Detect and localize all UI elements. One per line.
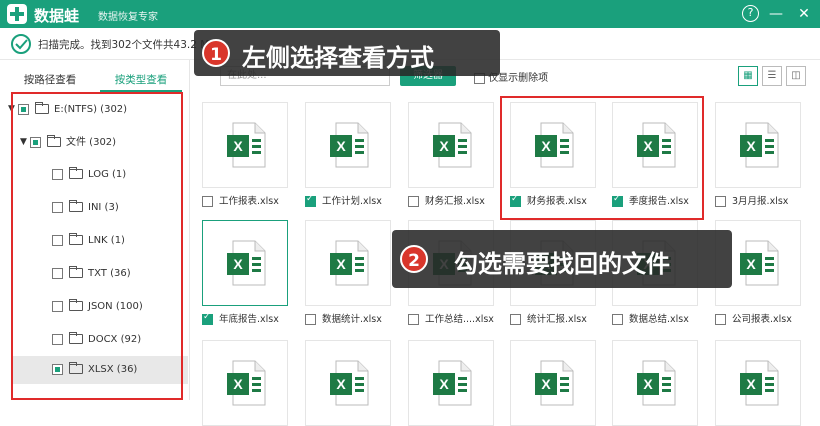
file-checkbox[interactable] xyxy=(305,314,316,325)
help-icon[interactable]: ? xyxy=(742,5,759,22)
svg-text:X: X xyxy=(643,376,653,392)
callout-text: 勾选需要找回的文件 xyxy=(454,250,670,278)
highlight-box-selected xyxy=(500,96,704,220)
file-name: 工作报表.xlsx xyxy=(219,196,279,207)
file-checkbox[interactable] xyxy=(202,309,213,325)
file-checkbox[interactable] xyxy=(715,196,726,207)
title-bar: 数据蛙 数据恢复专家 ? — ✕ xyxy=(0,0,820,28)
excel-file-icon: X xyxy=(330,122,369,168)
file-name: 统计汇报.xlsx xyxy=(527,314,587,325)
file-item[interactable]: 财务汇报.xlsx xyxy=(408,194,485,210)
svg-text:X: X xyxy=(336,138,346,154)
file-card[interactable]: X xyxy=(408,340,494,426)
file-item[interactable]: 数据总结.xlsx xyxy=(612,312,689,328)
svg-text:X: X xyxy=(439,376,449,392)
scan-complete-icon xyxy=(11,34,31,54)
file-name: 财务汇报.xlsx xyxy=(425,196,485,207)
file-item[interactable]: 工作报表.xlsx xyxy=(202,194,279,210)
callout-text: 左侧选择查看方式 xyxy=(242,44,434,72)
file-name: 3月月报.xlsx xyxy=(732,196,789,207)
grid-view-icon[interactable]: ▦ xyxy=(738,66,758,86)
file-item[interactable]: 3月月报.xlsx xyxy=(715,194,788,210)
file-card[interactable]: X xyxy=(305,220,391,306)
file-item[interactable]: 统计汇报.xlsx xyxy=(510,312,587,328)
file-item[interactable]: 工作总结....xlsx xyxy=(408,312,494,328)
excel-file-icon: X xyxy=(740,122,779,168)
file-card[interactable]: X xyxy=(305,340,391,426)
file-checkbox[interactable] xyxy=(408,196,419,207)
file-card[interactable]: X xyxy=(715,340,801,426)
excel-file-icon: X xyxy=(330,240,369,286)
svg-text:X: X xyxy=(439,138,449,154)
excel-file-icon: X xyxy=(740,240,779,286)
file-checkbox[interactable] xyxy=(612,314,623,325)
file-checkbox[interactable] xyxy=(715,314,726,325)
svg-text:X: X xyxy=(336,376,346,392)
file-checkbox[interactable] xyxy=(408,314,419,325)
close-button[interactable]: ✕ xyxy=(794,4,814,24)
tab-by-path[interactable]: 按路径查看 xyxy=(10,70,90,92)
file-name: 工作计划.xlsx xyxy=(322,196,382,207)
file-name: 数据统计.xlsx xyxy=(322,314,382,325)
app-name: 数据蛙 xyxy=(34,7,80,25)
svg-text:X: X xyxy=(336,256,346,272)
file-item[interactable]: 数据统计.xlsx xyxy=(305,312,382,328)
file-card[interactable]: X xyxy=(510,340,596,426)
file-name: 数据总结.xlsx xyxy=(629,314,689,325)
scan-status-text: 扫描完成。找到302个文件共43.2 M xyxy=(38,39,210,51)
list-view-icon[interactable]: ☰ xyxy=(762,66,782,86)
file-item[interactable]: 年底报告.xlsx xyxy=(202,309,279,328)
file-item[interactable]: 公司报表.xlsx xyxy=(715,312,792,328)
excel-file-icon: X xyxy=(227,240,266,286)
file-card[interactable]: X xyxy=(202,340,288,426)
svg-text:X: X xyxy=(746,138,756,154)
file-item[interactable]: 工作计划.xlsx xyxy=(305,191,382,210)
file-card[interactable]: X xyxy=(202,220,288,306)
excel-file-icon: X xyxy=(433,122,472,168)
detail-view-icon[interactable]: ◫ xyxy=(786,66,806,86)
svg-text:X: X xyxy=(746,376,756,392)
file-card[interactable]: X xyxy=(202,102,288,188)
svg-text:X: X xyxy=(233,256,243,272)
svg-text:X: X xyxy=(233,138,243,154)
logo-icon xyxy=(7,4,27,24)
file-card[interactable]: X xyxy=(408,102,494,188)
file-name: 公司报表.xlsx xyxy=(732,314,792,325)
svg-text:X: X xyxy=(541,376,551,392)
callout-2: 2 勾选需要找回的文件 xyxy=(392,230,732,288)
file-checkbox[interactable] xyxy=(510,314,521,325)
highlight-box-sidebar xyxy=(11,92,183,400)
callout-badge: 2 xyxy=(400,245,428,273)
file-card[interactable]: X xyxy=(715,102,801,188)
callout-badge: 1 xyxy=(202,39,230,67)
excel-file-icon: X xyxy=(227,122,266,168)
file-checkbox[interactable] xyxy=(202,196,213,207)
file-checkbox[interactable] xyxy=(305,191,316,207)
tab-by-type[interactable]: 按类型查看 xyxy=(100,70,182,92)
file-card[interactable]: X xyxy=(612,340,698,426)
file-card[interactable]: X xyxy=(305,102,391,188)
file-name: 工作总结....xlsx xyxy=(425,314,494,325)
file-name: 年底报告.xlsx xyxy=(219,314,279,325)
svg-text:X: X xyxy=(746,256,756,272)
minimize-button[interactable]: — xyxy=(766,4,786,24)
svg-text:X: X xyxy=(233,376,243,392)
app-subtitle: 数据恢复专家 xyxy=(98,12,158,23)
callout-1: 1 左侧选择查看方式 xyxy=(194,30,500,76)
